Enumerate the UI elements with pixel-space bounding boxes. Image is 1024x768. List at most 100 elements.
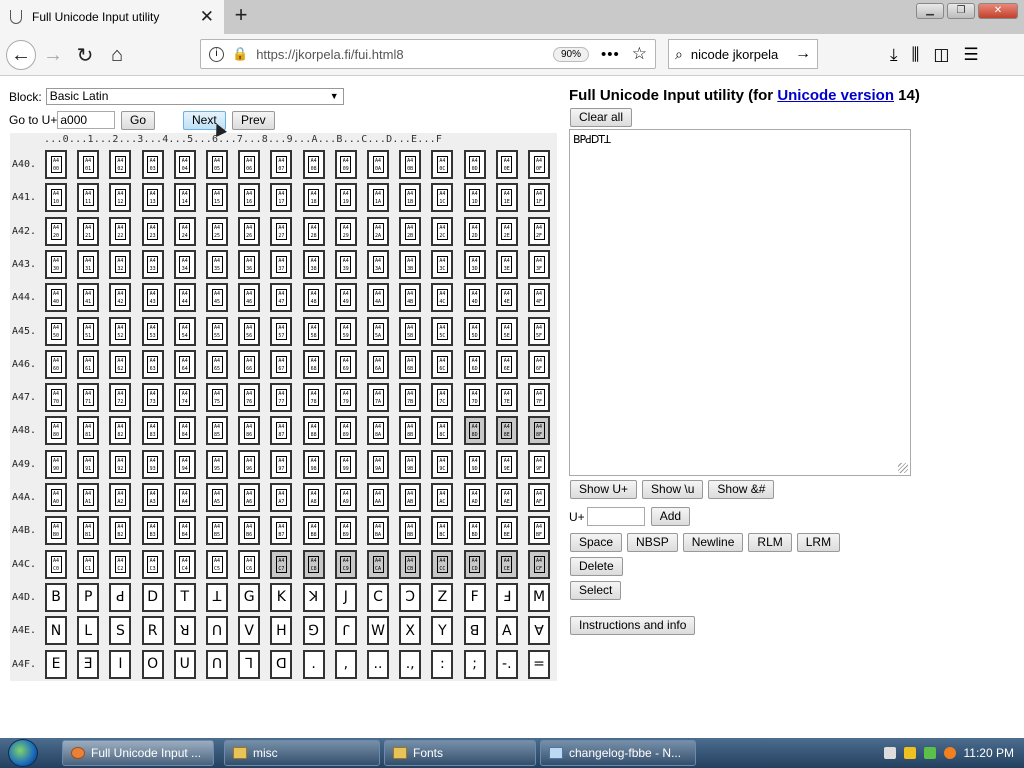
char-cell[interactable]: A4C3 — [141, 549, 164, 579]
char-cell[interactable]: M — [528, 582, 550, 612]
char-cell[interactable]: A412 — [109, 183, 132, 213]
char-cell[interactable]: .. — [367, 649, 389, 679]
char-cell[interactable]: A4BC — [431, 516, 454, 546]
char-cell[interactable]: A44F — [528, 283, 550, 313]
char-cell[interactable]: A44D — [463, 283, 486, 313]
char-cell[interactable]: ꓵ — [206, 616, 228, 646]
char-cell[interactable]: A4B3 — [141, 516, 164, 546]
char-cell[interactable]: A444 — [173, 283, 196, 313]
char-cell[interactable]: A4AF — [528, 483, 550, 512]
info-icon[interactable]: i — [209, 46, 224, 62]
char-cell[interactable]: A4B1 — [77, 516, 100, 546]
char-cell[interactable]: A41F — [528, 183, 550, 213]
home-icon[interactable]: ⌂ — [102, 40, 132, 70]
char-cell[interactable]: A494 — [173, 449, 196, 479]
char-cell[interactable]: A428 — [302, 216, 325, 246]
clear-all-button[interactable]: Clear all — [570, 108, 633, 127]
char-cell[interactable]: Z — [431, 582, 454, 612]
char-cell[interactable]: A496 — [238, 449, 261, 479]
char-cell[interactable]: A47C — [431, 383, 454, 413]
char-cell[interactable]: A481 — [77, 416, 100, 446]
menu-icon[interactable]: ☰ — [963, 45, 978, 65]
page-actions-icon[interactable]: ••• — [601, 46, 620, 63]
char-cell[interactable]: A486 — [238, 416, 261, 446]
char-cell[interactable]: A495 — [206, 449, 228, 479]
char-cell[interactable]: A453 — [141, 316, 164, 346]
close-window-icon[interactable]: ✕ — [978, 3, 1018, 19]
char-cell[interactable]: A42C — [431, 216, 454, 246]
search-box[interactable]: ⌕ nicode jkorpela → — [668, 39, 818, 69]
char-cell[interactable]: Y — [431, 616, 454, 646]
output-textarea[interactable]: ꓐꓑꓒꓓꓔꓕ — [569, 129, 911, 476]
block-select[interactable]: Basic Latin ▼ — [45, 88, 344, 105]
char-cell[interactable]: P — [77, 582, 100, 612]
char-cell[interactable]: A488 — [302, 416, 325, 446]
char-cell[interactable]: A489 — [334, 416, 357, 446]
char-cell[interactable]: A429 — [334, 216, 357, 246]
char-cell[interactable]: A451 — [77, 316, 100, 346]
char-cell[interactable]: . — [302, 649, 325, 679]
char-cell[interactable]: A490 — [45, 449, 67, 479]
char-cell[interactable]: Ⅎ — [495, 582, 518, 612]
char-cell[interactable]: A44C — [431, 283, 454, 313]
char-cell[interactable]: A445 — [206, 283, 228, 313]
char-cell[interactable]: A43C — [431, 249, 454, 279]
char-cell[interactable]: A410 — [45, 183, 67, 213]
char-cell[interactable]: A475 — [206, 383, 228, 413]
char-cell[interactable]: ., — [399, 649, 422, 679]
char-cell[interactable]: A49C — [431, 449, 454, 479]
char-cell[interactable]: A4CC — [431, 549, 454, 579]
char-cell[interactable]: A — [495, 616, 518, 646]
char-cell[interactable]: A43B — [399, 249, 422, 279]
char-cell[interactable]: ꓷ — [270, 649, 293, 679]
char-cell[interactable]: A45F — [528, 316, 550, 346]
char-cell[interactable]: A473 — [141, 383, 164, 413]
search-input[interactable]: nicode jkorpela — [691, 47, 795, 62]
char-cell[interactable]: V — [238, 616, 261, 646]
char-cell[interactable]: A456 — [238, 316, 261, 346]
address-bar[interactable]: i 🔒 https://jkorpela.fi/fui.html8 90% ••… — [200, 39, 656, 69]
keyboard-icon[interactable] — [883, 747, 896, 759]
char-cell[interactable]: ꓘ — [302, 582, 325, 612]
char-cell[interactable]: A42A — [367, 216, 389, 246]
char-cell[interactable]: A491 — [77, 449, 100, 479]
char-cell[interactable]: A411 — [77, 183, 100, 213]
char-cell[interactable]: A4AA — [367, 483, 389, 512]
char-cell[interactable]: A463 — [141, 349, 164, 379]
show-uplus-button[interactable]: Show U+ — [570, 480, 638, 499]
char-cell[interactable]: A40C — [431, 150, 454, 179]
char-cell[interactable]: A400 — [45, 150, 67, 179]
char-cell[interactable]: A42E — [495, 216, 518, 246]
char-cell[interactable]: Ǝ — [77, 649, 100, 679]
char-cell[interactable]: A414 — [173, 183, 196, 213]
char-cell[interactable]: A474 — [173, 383, 196, 413]
char-cell[interactable]: A436 — [238, 249, 261, 279]
unicode-version-link[interactable]: Unicode version — [777, 87, 894, 104]
char-cell[interactable]: A4AD — [463, 483, 486, 512]
char-cell[interactable]: A404 — [173, 150, 196, 179]
char-cell[interactable]: T — [173, 582, 196, 612]
char-cell[interactable]: A478 — [302, 383, 325, 413]
char-cell[interactable]: A41A — [367, 183, 389, 213]
back-arrow-icon[interactable]: ← — [6, 40, 36, 70]
char-cell[interactable]: S — [109, 616, 132, 646]
char-cell[interactable]: A498 — [302, 449, 325, 479]
char-cell[interactable]: A48B — [399, 416, 422, 446]
new-tab-icon[interactable]: + — [230, 2, 252, 28]
browser-tab[interactable]: Full Unicode Input utility ✕ — [0, 0, 224, 34]
char-cell[interactable]: A4A0 — [45, 483, 67, 512]
char-cell[interactable]: A48E — [495, 416, 518, 446]
go-button[interactable]: Go — [121, 111, 156, 130]
char-cell[interactable]: A46D — [463, 349, 486, 379]
minimize-icon[interactable]: ▁ — [916, 3, 944, 19]
codepoint-input[interactable] — [586, 507, 645, 526]
char-cell[interactable]: B — [45, 582, 67, 612]
char-cell[interactable]: A4A9 — [334, 483, 357, 512]
char-cell[interactable]: A497 — [270, 449, 293, 479]
char-cell[interactable]: ꓵ — [206, 649, 228, 679]
char-cell[interactable]: X — [399, 616, 422, 646]
char-cell[interactable]: A4C7 — [270, 549, 293, 579]
char-cell[interactable]: A45D — [463, 316, 486, 346]
char-cell[interactable]: A4A8 — [302, 483, 325, 512]
char-cell[interactable]: A4B6 — [238, 516, 261, 546]
